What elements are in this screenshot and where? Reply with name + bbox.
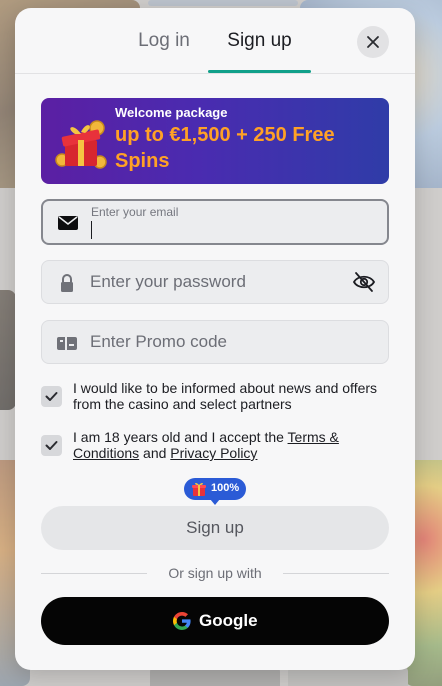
auth-tabs: Log in Sign up — [15, 8, 415, 74]
divider-line — [283, 573, 389, 574]
auth-modal: Log in Sign up Welcome package up to €1,… — [15, 8, 415, 670]
google-signup-button[interactable]: Google — [41, 597, 389, 645]
envelope-icon — [58, 216, 78, 230]
gift-icon — [55, 120, 107, 169]
google-button-label: Google — [199, 611, 258, 630]
promo-field — [41, 320, 389, 364]
tab-login[interactable]: Log in — [119, 30, 209, 74]
checkmark-icon — [45, 441, 58, 450]
gift-icon — [192, 482, 206, 496]
google-icon — [173, 612, 191, 630]
banner-kicker: Welcome package — [115, 105, 228, 120]
age-consent-text-middle: and — [139, 445, 171, 461]
age-consent-checkbox[interactable] — [41, 435, 62, 456]
age-consent-text-start: I am 18 years old and I accept the — [73, 429, 288, 445]
active-tab-indicator — [208, 70, 311, 73]
signup-button[interactable]: Sign up — [41, 506, 389, 550]
privacy-policy-link[interactable]: Privacy Policy — [170, 445, 257, 461]
completion-badge: 100% — [184, 478, 246, 505]
welcome-banner: Welcome package up to €1,500 + 250 Free … — [41, 98, 389, 184]
banner-offer: up to €1,500 + 250 Free Spins — [115, 124, 335, 172]
close-icon — [367, 36, 379, 48]
promo-code-input[interactable] — [90, 321, 350, 363]
alt-signup-divider-text: Or sign up with — [168, 565, 262, 581]
tab-signup[interactable]: Sign up — [208, 30, 311, 74]
completion-percent: 100% — [211, 482, 240, 494]
news-consent-text: I would like to be informed about news a… — [73, 380, 378, 412]
close-button[interactable] — [357, 26, 389, 58]
lock-icon — [61, 274, 73, 292]
email-field[interactable]: Enter your email — [41, 199, 389, 245]
password-field — [41, 260, 389, 304]
ticket-icon — [57, 337, 77, 350]
age-consent-text: I am 18 years old and I accept the Terms… — [73, 429, 389, 461]
eye-off-icon[interactable] — [352, 271, 376, 293]
password-input[interactable] — [90, 261, 350, 303]
email-label: Enter your email — [91, 205, 179, 219]
text-cursor — [91, 221, 92, 239]
checkmark-icon — [45, 392, 58, 401]
news-consent-checkbox[interactable] — [41, 386, 62, 407]
divider-line — [41, 573, 147, 574]
